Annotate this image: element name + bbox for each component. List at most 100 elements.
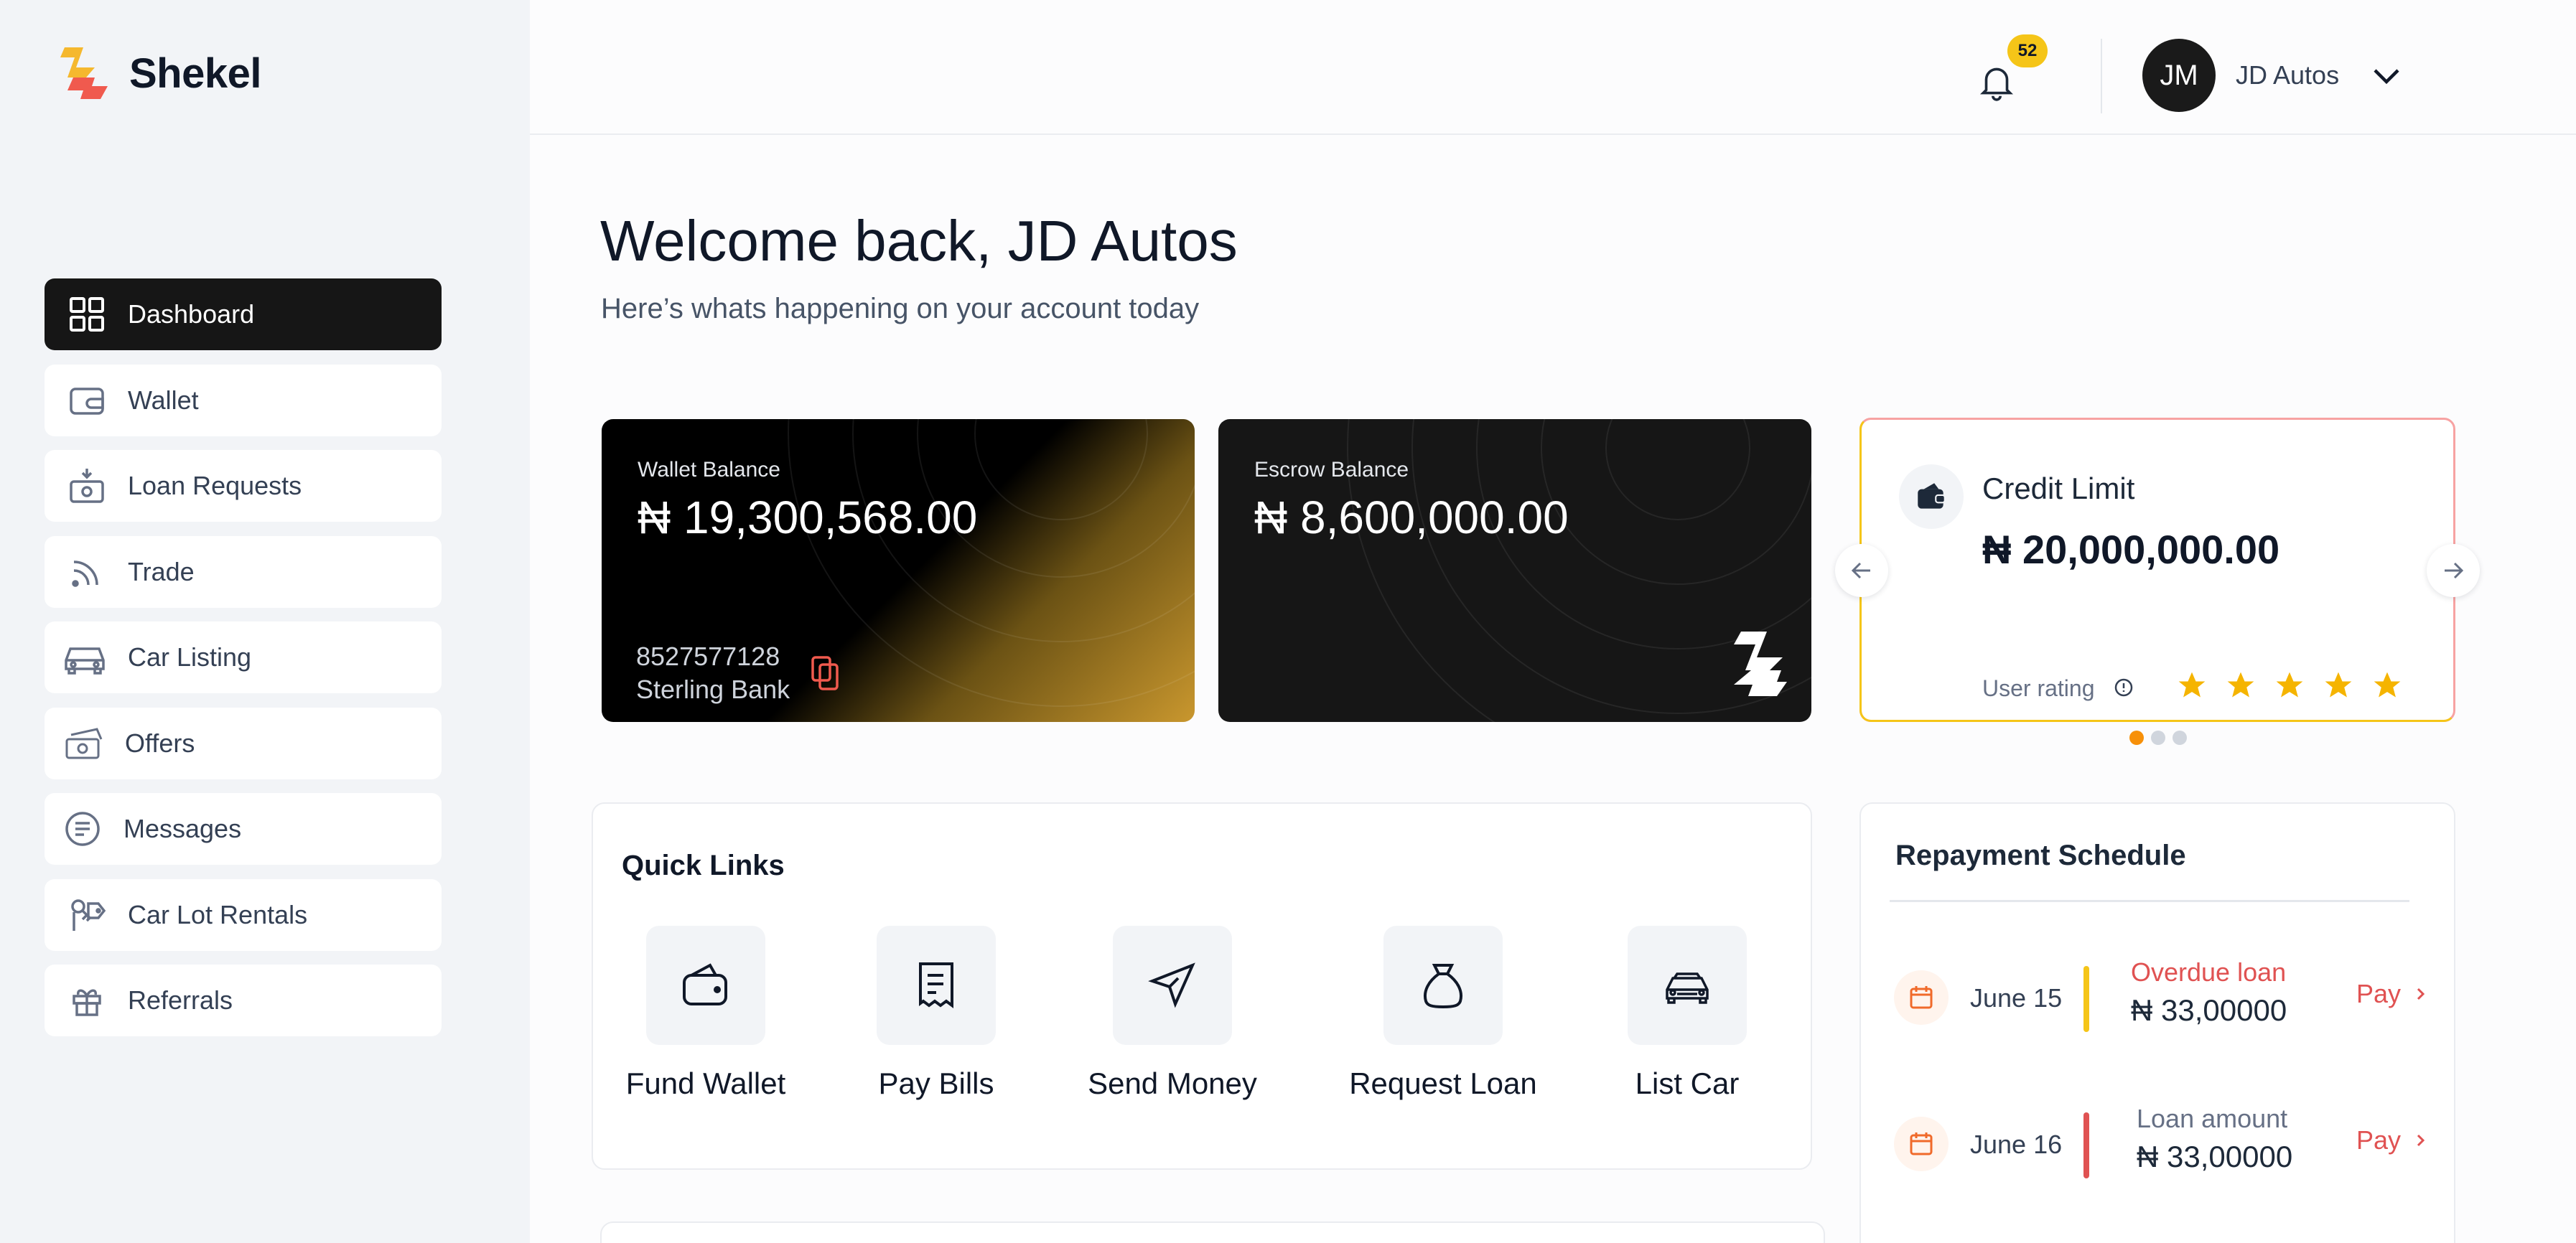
carousel-dots bbox=[2129, 731, 2187, 745]
sidebar-item-trade[interactable]: Trade bbox=[45, 535, 442, 608]
calendar-icon bbox=[1894, 970, 1949, 1025]
escrow-balance-label: Escrow Balance bbox=[1254, 458, 1409, 482]
account-details: 8527577128 Sterling Bank bbox=[636, 640, 790, 706]
quick-link-label: Fund Wallet bbox=[625, 1066, 786, 1100]
sidebar-item-messages[interactable]: Messages bbox=[45, 793, 442, 865]
quick-link-pay-bills[interactable]: Pay Bills bbox=[829, 926, 1044, 1101]
quick-links-list: Fund Wallet Pay Bills Send Money Request… bbox=[593, 926, 1811, 1112]
sidebar-item-label: Offers bbox=[125, 728, 195, 758]
sidebar-item-car-listing[interactable]: Car Listing bbox=[45, 622, 442, 693]
chevron-right-icon bbox=[2417, 1134, 2425, 1147]
money-bag-icon bbox=[1383, 926, 1503, 1045]
wallet-icon bbox=[646, 926, 765, 1045]
wallet-balance-label: Wallet Balance bbox=[638, 458, 780, 482]
divider bbox=[1890, 900, 2409, 902]
repayment-label: Loan amount bbox=[2137, 1104, 2288, 1133]
carousel-prev-button[interactable] bbox=[1835, 544, 1888, 597]
status-bar bbox=[2083, 1112, 2089, 1178]
info-icon[interactable] bbox=[2113, 677, 2134, 698]
sidebar-item-label: Car Lot Rentals bbox=[128, 899, 308, 929]
calendar-icon bbox=[1894, 1117, 1949, 1171]
grid-icon bbox=[66, 294, 108, 335]
pay-button[interactable]: Pay bbox=[2356, 979, 2428, 1009]
pay-label: Pay bbox=[2356, 979, 2402, 1008]
sidebar-item-wallet[interactable]: Wallet bbox=[45, 364, 442, 436]
sidebar-item-dashboard[interactable]: Dashboard bbox=[45, 278, 442, 350]
sidebar-item-label: Car Listing bbox=[128, 642, 252, 672]
repayment-amount: ₦ 33,00000 bbox=[2131, 993, 2287, 1027]
wallet-icon bbox=[66, 380, 108, 421]
repayment-label: Overdue loan bbox=[2131, 957, 2287, 987]
quick-link-label: List Car bbox=[1635, 1066, 1740, 1100]
carousel-dot[interactable] bbox=[2129, 731, 2144, 745]
escrow-balance-card[interactable]: Escrow Balance ₦ 8,600,000.00 bbox=[1218, 419, 1811, 722]
arrow-right-icon bbox=[2445, 562, 2464, 579]
chevron-right-icon bbox=[2417, 988, 2425, 1000]
trade-icon bbox=[66, 551, 108, 593]
escrow-balance-amount: ₦ 8,600,000.00 bbox=[1254, 492, 1569, 543]
quick-links-title: Quick Links bbox=[622, 850, 785, 881]
brand-name: Shekel bbox=[129, 50, 262, 97]
wallet-balance-card[interactable]: Wallet Balance ₦ 19,300,568.00 852757712… bbox=[602, 419, 1195, 722]
quick-link-label: Pay Bills bbox=[878, 1066, 994, 1100]
car-icon bbox=[1628, 926, 1747, 1045]
loan-request-icon bbox=[66, 465, 108, 507]
sidebar: Shekel Dashboard Wallet Loan Requests Tr… bbox=[0, 0, 530, 1243]
sidebar-item-car-lot-rentals[interactable]: Car Lot Rentals bbox=[45, 878, 442, 951]
user-menu-chevron-down-icon[interactable] bbox=[2369, 62, 2404, 90]
pay-label: Pay bbox=[2356, 1125, 2402, 1155]
quick-link-request-loan[interactable]: Request Loan bbox=[1335, 926, 1551, 1101]
shekel-logo-icon bbox=[1727, 627, 1791, 699]
star-icon bbox=[2178, 672, 2206, 698]
user-rating-label: User rating bbox=[1982, 675, 2095, 701]
bank-name: Sterling Bank bbox=[636, 675, 790, 704]
sidebar-item-label: Referrals bbox=[128, 985, 233, 1015]
carousel-next-button[interactable] bbox=[2427, 544, 2480, 597]
keys-icon bbox=[66, 894, 108, 936]
sidebar-item-loan-requests[interactable]: Loan Requests bbox=[45, 450, 442, 522]
brand-logo[interactable]: Shekel bbox=[55, 43, 262, 103]
repayment-schedule-panel: Repayment Schedule June 15 Overdue loan … bbox=[1859, 802, 2455, 1243]
money-icon bbox=[63, 723, 105, 764]
sidebar-nav: Dashboard Wallet Loan Requests Trade Car… bbox=[45, 278, 442, 1051]
copy-icon[interactable] bbox=[806, 653, 846, 693]
quick-link-list-car[interactable]: List Car bbox=[1579, 926, 1795, 1101]
credit-limit-amount: ₦ 20,000,000.00 bbox=[1982, 527, 2280, 572]
user-name[interactable]: JD Autos bbox=[2236, 60, 2339, 90]
sidebar-item-label: Loan Requests bbox=[128, 471, 302, 500]
page-subtitle: Here’s whats happening on your account t… bbox=[601, 293, 1200, 324]
repayment-amount: ₦ 33,00000 bbox=[2137, 1140, 2293, 1173]
account-number: 8527577128 bbox=[636, 642, 780, 671]
repayment-row: June 16 Loan amount ₦ 33,00000 Pay bbox=[1861, 1101, 2454, 1187]
carousel-dot[interactable] bbox=[2151, 731, 2165, 745]
quick-link-send-money[interactable]: Send Money bbox=[1065, 926, 1280, 1101]
message-icon bbox=[62, 808, 103, 850]
car-icon bbox=[62, 637, 108, 678]
status-bar bbox=[2083, 966, 2089, 1032]
quick-link-label: Request Loan bbox=[1349, 1066, 1537, 1100]
repayment-date: June 15 bbox=[1970, 983, 2063, 1013]
sidebar-item-offers[interactable]: Offers bbox=[45, 707, 442, 779]
pay-button[interactable]: Pay bbox=[2356, 1125, 2428, 1155]
sidebar-item-referrals[interactable]: Referrals bbox=[45, 965, 442, 1036]
repayment-date: June 16 bbox=[1970, 1130, 2063, 1159]
bell-icon bbox=[1979, 67, 2014, 101]
star-icon bbox=[2374, 672, 2401, 698]
carousel-dot[interactable] bbox=[2173, 731, 2187, 745]
repayment-schedule-title: Repayment Schedule bbox=[1895, 840, 2186, 871]
send-icon bbox=[1113, 926, 1232, 1045]
sidebar-item-label: Wallet bbox=[128, 385, 199, 415]
sidebar-item-label: Messages bbox=[123, 814, 242, 843]
credit-limit-title: Credit Limit bbox=[1982, 472, 2135, 505]
sidebar-item-label: Dashboard bbox=[128, 299, 255, 329]
header-divider bbox=[2101, 39, 2102, 113]
quick-link-label: Send Money bbox=[1088, 1066, 1257, 1100]
user-rating-stars bbox=[2176, 670, 2403, 701]
star-icon bbox=[2325, 672, 2352, 698]
quick-link-fund-wallet[interactable]: Fund Wallet bbox=[598, 926, 813, 1101]
wallet-icon bbox=[1899, 464, 1964, 529]
user-avatar[interactable]: JM bbox=[2142, 39, 2216, 112]
recent-activity-panel bbox=[600, 1221, 1825, 1243]
arrow-left-icon bbox=[1851, 562, 1870, 579]
credit-limit-card[interactable]: Credit Limit ₦ 20,000,000.00 User rating bbox=[1859, 418, 2455, 722]
